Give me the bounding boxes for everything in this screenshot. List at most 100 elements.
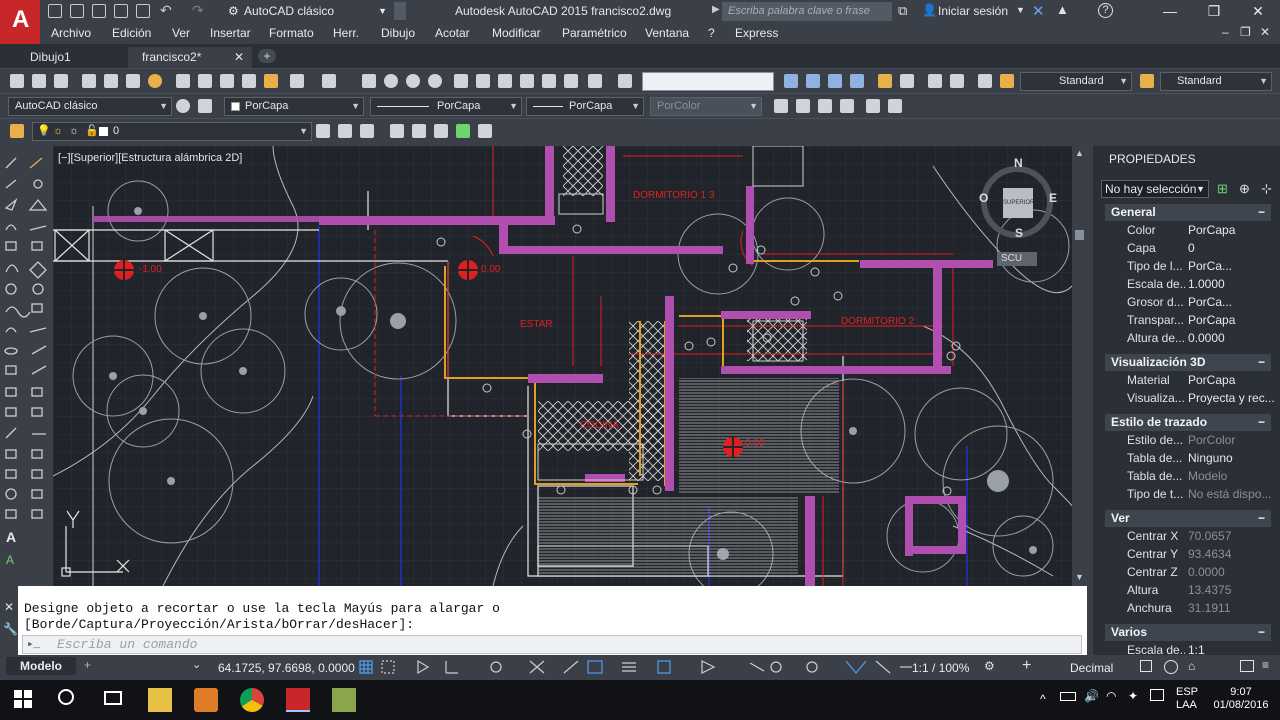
collapse-icon[interactable]: − xyxy=(1258,204,1265,221)
viewcube-face[interactable]: SUPERIOR xyxy=(1003,188,1034,218)
add-layout-button[interactable]: + xyxy=(84,658,91,672)
dim-style-icon[interactable] xyxy=(1140,74,1154,88)
new-file-icon[interactable] xyxy=(48,4,62,18)
status-toggles[interactable] xyxy=(356,659,1276,677)
layer-freeze-icon[interactable] xyxy=(478,124,492,138)
tab-dibujo1[interactable]: Dibujo1 xyxy=(16,47,85,68)
property-value[interactable]: No está dispo... xyxy=(1188,487,1271,501)
layer-select[interactable]: 💡 ☼ ☼ 🔓 0 ▼ xyxy=(32,122,312,141)
properties-section-header[interactable]: Varios − xyxy=(1105,624,1271,641)
property-value[interactable]: 0.0000 xyxy=(1188,331,1225,345)
text-style-manager-icon[interactable] xyxy=(978,74,992,88)
property-value[interactable]: 1.0000 xyxy=(1188,277,1225,291)
markup-icon[interactable] xyxy=(542,74,556,88)
preview-icon[interactable] xyxy=(104,74,118,88)
dim-ordinate-icon[interactable] xyxy=(850,74,864,88)
wrench-icon[interactable]: 🔧 xyxy=(3,622,18,636)
workspace-select[interactable]: ⚙ AutoCAD clásico ▼ xyxy=(226,2,391,21)
doc-minimize-button[interactable]: – xyxy=(1222,25,1229,39)
layer-previous-icon[interactable] xyxy=(338,124,352,138)
menu-dibujo[interactable]: Dibujo xyxy=(381,26,415,40)
clean-screen-icon[interactable] xyxy=(1240,660,1254,672)
new-tab-button[interactable]: + xyxy=(258,49,276,63)
redo-icon[interactable] xyxy=(322,74,336,88)
menu-help[interactable]: ? xyxy=(708,26,715,40)
units-select[interactable]: Decimal xyxy=(1070,661,1113,675)
help-icon[interactable]: ? xyxy=(1098,3,1113,18)
property-value[interactable]: PorCapa xyxy=(1188,313,1235,327)
view-icon-5[interactable] xyxy=(866,99,880,113)
text-style-select[interactable]: Standard ▼ xyxy=(1020,72,1132,91)
pan-icon[interactable] xyxy=(362,74,376,88)
select-objects-icon[interactable]: ⊕ xyxy=(1239,181,1250,197)
collapse-icon[interactable]: − xyxy=(1258,510,1265,527)
viewport-label[interactable]: [−][Superior][Estructura alámbrica 2D] xyxy=(58,152,242,164)
view-icon-3[interactable] xyxy=(818,99,832,113)
open-file-icon[interactable] xyxy=(70,4,84,18)
layer-states-icon[interactable] xyxy=(900,74,914,88)
search-icon[interactable] xyxy=(58,689,74,705)
doc-restore-button[interactable]: ❐ xyxy=(1240,25,1251,39)
workspace-settings-icon[interactable] xyxy=(176,99,190,113)
open-icon[interactable] xyxy=(32,74,46,88)
dim-linear-icon[interactable] xyxy=(784,74,798,88)
coordinates-readout[interactable]: 64.1725, 97.6698, 0.0000 xyxy=(218,661,355,675)
multileader-icon[interactable] xyxy=(928,74,942,88)
autocad-taskbar-icon[interactable] xyxy=(286,688,310,712)
toggle-pickadd-icon[interactable]: ⊞ xyxy=(1217,181,1228,197)
quick-access-menu-icon[interactable] xyxy=(394,2,406,20)
layer-state-icon[interactable] xyxy=(360,124,374,138)
doc-close-button[interactable]: ✕ xyxy=(1260,25,1270,39)
maximize-button[interactable]: ❐ xyxy=(1192,0,1236,23)
collapse-icon[interactable]: − xyxy=(1258,414,1265,431)
annotative-icon[interactable] xyxy=(1000,74,1014,88)
dim-arc-icon[interactable] xyxy=(828,74,842,88)
application-menu-button[interactable] xyxy=(0,0,40,44)
menu-edicion[interactable]: Edición xyxy=(112,26,151,40)
make-current-icon[interactable] xyxy=(316,124,330,138)
property-value[interactable]: PorCapa xyxy=(1188,223,1235,237)
properties-icon[interactable] xyxy=(454,74,468,88)
menu-archivo[interactable]: Archivo xyxy=(51,26,91,40)
property-value[interactable]: 31.1911 xyxy=(1188,601,1231,615)
drawing-canvas[interactable]: -1.00 0.00 0.00 DORMITORIO 1 3 ESTAR DOR… xyxy=(53,146,1072,586)
3d-dwf-icon[interactable] xyxy=(148,74,162,88)
isolate-icon[interactable] xyxy=(1164,660,1178,674)
property-value[interactable]: PorColor xyxy=(1188,433,1235,447)
collapse-icon[interactable]: − xyxy=(1258,354,1265,371)
view-icon-6[interactable] xyxy=(888,99,902,113)
sheet-set-icon[interactable] xyxy=(520,74,534,88)
property-value[interactable]: PorCa... xyxy=(1188,259,1232,273)
plus-icon[interactable]: + xyxy=(1022,657,1031,675)
publish-icon[interactable] xyxy=(126,74,140,88)
table-icon[interactable] xyxy=(950,74,964,88)
zoom-window-icon[interactable] xyxy=(406,74,420,88)
exchange-icon[interactable]: ✕ xyxy=(1032,2,1045,20)
calculator-icon[interactable] xyxy=(564,74,578,88)
battery-icon[interactable] xyxy=(1060,692,1076,701)
save-icon[interactable] xyxy=(92,4,106,18)
undo-icon[interactable] xyxy=(290,74,304,88)
dim-style-select[interactable]: Standard ▼ xyxy=(1160,72,1272,91)
customization-icon[interactable]: ≡ xyxy=(1262,658,1269,672)
tool-palettes-icon[interactable] xyxy=(498,74,512,88)
lineweight-select[interactable]: PorCapa ▼ xyxy=(526,97,644,116)
minimize-button[interactable]: — xyxy=(1148,0,1192,23)
cut-icon[interactable] xyxy=(176,74,190,88)
layer-walk-icon[interactable] xyxy=(456,124,470,138)
layer-icon[interactable] xyxy=(878,74,892,88)
linetype-select[interactable]: PorCapa ▼ xyxy=(370,97,522,116)
quick-select-icon[interactable]: ⊹ xyxy=(1261,181,1272,197)
color-select[interactable]: PorCapa ▼ xyxy=(224,97,364,116)
text-style-icon[interactable] xyxy=(618,74,632,88)
scroll-thumb[interactable] xyxy=(1075,230,1084,240)
menu-acotar[interactable]: Acotar xyxy=(435,26,470,40)
matchprop-brush-icon[interactable] xyxy=(264,74,278,88)
notifications-icon[interactable] xyxy=(1150,689,1164,701)
properties-section-header[interactable]: Ver − xyxy=(1105,510,1271,527)
layer-properties-icon[interactable] xyxy=(10,124,24,138)
close-icon[interactable]: ✕ xyxy=(4,600,14,614)
dropbox-icon[interactable]: ✦ xyxy=(1128,689,1138,703)
vertical-scrollbar[interactable]: ▲ ▼ xyxy=(1072,146,1087,586)
signin-button[interactable]: Iniciar sesión xyxy=(938,4,1008,18)
